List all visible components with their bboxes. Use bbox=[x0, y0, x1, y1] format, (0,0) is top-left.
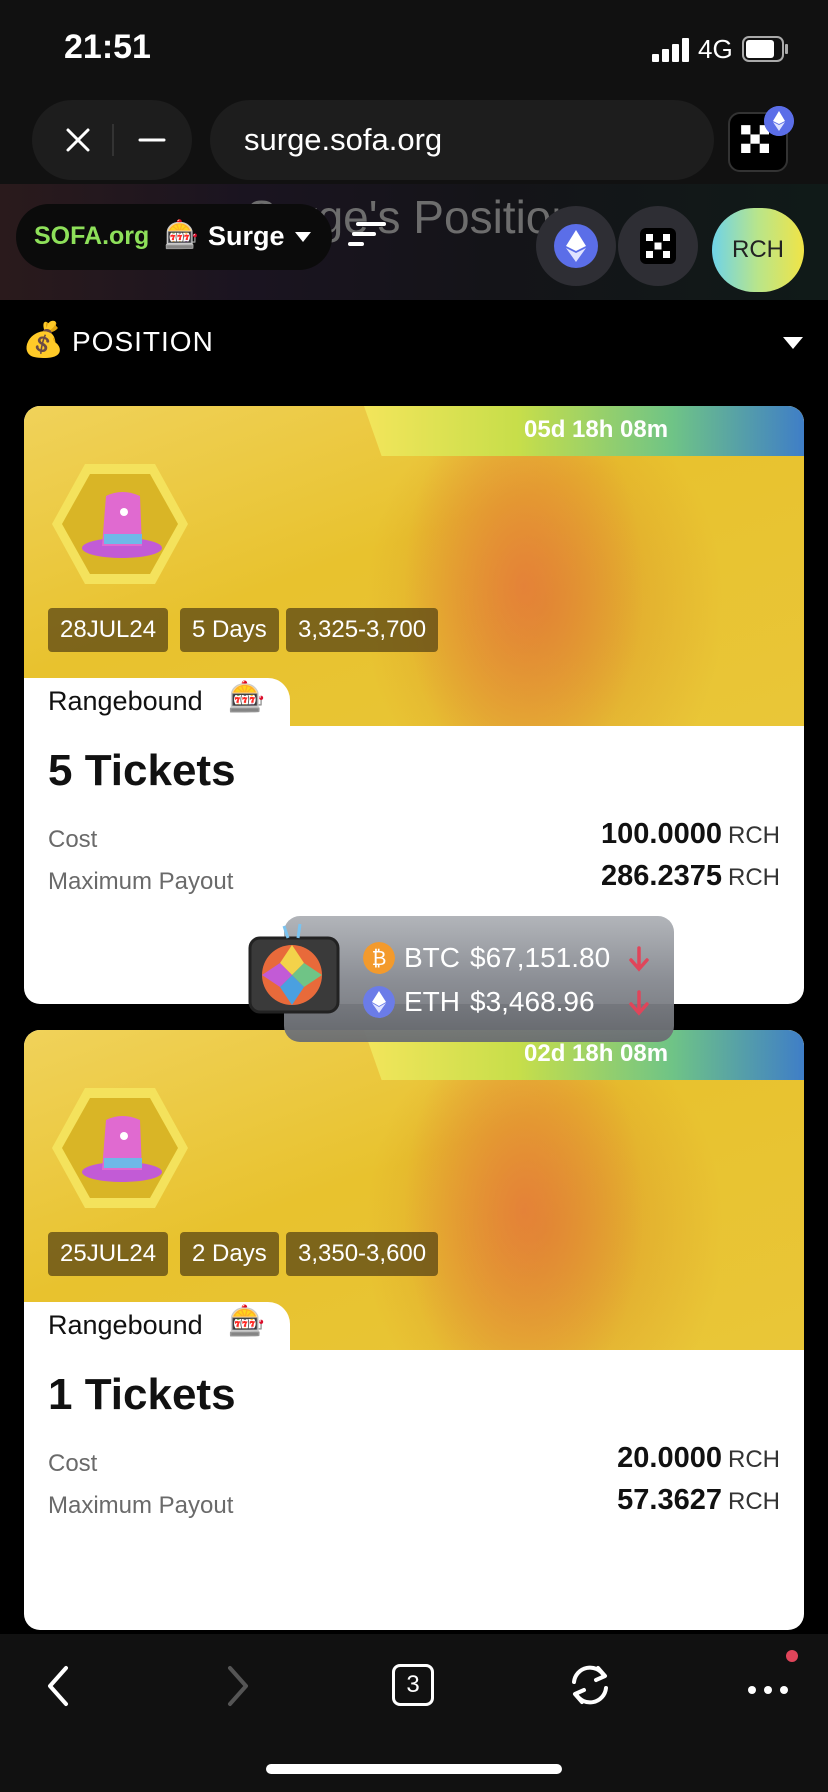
product-type: Rangebound bbox=[48, 686, 203, 716]
minimize-icon[interactable] bbox=[132, 120, 172, 160]
browser-controls bbox=[32, 100, 192, 180]
ticker-price: $67,151.80 bbox=[470, 942, 611, 973]
status-time: 21:51 bbox=[64, 28, 151, 66]
product-type-tab: Rangebound 🎰 bbox=[24, 678, 290, 726]
magic-hat-icon bbox=[52, 1088, 188, 1208]
payout-label: Maximum Payout bbox=[48, 1492, 234, 1519]
divider bbox=[112, 124, 114, 156]
position-section-header[interactable]: 💰 POSITION bbox=[0, 300, 828, 380]
network-label: 4G bbox=[698, 34, 733, 64]
network-button[interactable] bbox=[536, 206, 616, 286]
ticket-count: 5 Tickets bbox=[48, 746, 236, 795]
ticker-price: $3,468.96 bbox=[470, 986, 595, 1017]
range-tag: 3,350-3,600 bbox=[286, 1232, 439, 1276]
card-banner: 02d 18h 08m 25JUL24 2 Days 3,350-3,600 R… bbox=[24, 1030, 804, 1350]
cost-row: Cost 100.0000 RCH bbox=[48, 818, 780, 858]
signal-icon bbox=[652, 38, 689, 62]
cost-value: 100.0000 bbox=[601, 818, 722, 850]
chevron-down-icon bbox=[295, 232, 311, 242]
product-type-tab: Rangebound 🎰 bbox=[24, 1302, 290, 1350]
bitcoin-icon: ₿ bbox=[363, 942, 395, 974]
browser-bar: surge.sofa.org bbox=[0, 96, 828, 184]
home-indicator bbox=[266, 1764, 562, 1774]
payout-label: Maximum Payout bbox=[48, 868, 234, 895]
notification-dot bbox=[786, 1650, 798, 1662]
tabs-button[interactable]: 3 bbox=[392, 1664, 434, 1706]
url-text: surge.sofa.org bbox=[244, 122, 443, 157]
product-switcher[interactable]: SOFA.org 🎰 Surge bbox=[16, 204, 332, 270]
svg-text:₿: ₿ bbox=[372, 946, 387, 970]
duration-tag: 5 Days bbox=[180, 608, 279, 652]
expiry-date-tag: 28JUL24 bbox=[48, 608, 169, 652]
cost-value-wrap: 20.0000 RCH bbox=[617, 1442, 780, 1475]
ticker-symbol: ETH bbox=[404, 986, 460, 1017]
payout-value-wrap: 286.2375 RCH bbox=[601, 860, 780, 893]
money-bag-icon: 💰 bbox=[22, 321, 65, 359]
menu-icon[interactable] bbox=[348, 218, 388, 254]
position-card[interactable]: 02d 18h 08m 25JUL24 2 Days 3,350-3,600 R… bbox=[24, 1030, 804, 1630]
refresh-icon[interactable] bbox=[568, 1662, 612, 1708]
battery-icon bbox=[742, 36, 788, 62]
cost-label: Cost bbox=[48, 826, 98, 853]
magic-hat-icon bbox=[52, 464, 188, 584]
cost-unit: RCH bbox=[728, 822, 780, 849]
payout-unit: RCH bbox=[728, 1488, 780, 1515]
payout-value-wrap: 57.3627 RCH bbox=[617, 1484, 780, 1517]
rch-button[interactable]: RCH bbox=[712, 208, 804, 292]
payout-row: Maximum Payout 286.2375 RCH bbox=[48, 860, 780, 900]
chevron-down-icon bbox=[783, 337, 803, 349]
surge-icon: 🎰 bbox=[164, 219, 199, 250]
expiry-date-tag: 25JUL24 bbox=[48, 1232, 169, 1276]
ticker-symbol: BTC bbox=[404, 942, 460, 973]
ethereum-icon bbox=[363, 986, 395, 1018]
range-tag: 3,325-3,700 bbox=[286, 608, 439, 652]
payout-value: 286.2375 bbox=[601, 860, 722, 892]
countdown-timer: 05d 18h 08m bbox=[524, 416, 669, 443]
disco-tv-icon bbox=[248, 923, 340, 1014]
product-name: Surge bbox=[208, 221, 285, 251]
ticket-count: 1 Tickets bbox=[48, 1370, 236, 1419]
duration-tag: 2 Days bbox=[180, 1232, 279, 1276]
cost-unit: RCH bbox=[728, 1446, 780, 1473]
payout-row: Maximum Payout 57.3627 RCH bbox=[48, 1484, 780, 1524]
cost-row: Cost 20.0000 RCH bbox=[48, 1442, 780, 1482]
more-icon[interactable] bbox=[746, 1674, 790, 1696]
wallet-button[interactable] bbox=[618, 206, 698, 286]
cost-value-wrap: 100.0000 RCH bbox=[601, 818, 780, 851]
rangebound-icon: 🎰 bbox=[228, 1305, 266, 1338]
cost-value: 20.0000 bbox=[617, 1442, 722, 1474]
rangebound-icon: 🎰 bbox=[228, 681, 266, 714]
close-icon[interactable] bbox=[58, 120, 98, 160]
okx-wallet-icon bbox=[640, 228, 676, 264]
countdown-tab: 05d 18h 08m bbox=[364, 406, 804, 456]
ethereum-icon bbox=[554, 224, 598, 268]
app-header: Surge's Position SOFA.org 🎰 Surge RCH bbox=[0, 184, 828, 300]
sofa-logo: SOFA.org bbox=[34, 222, 150, 250]
arrow-down-icon bbox=[629, 990, 649, 1016]
url-bar[interactable]: surge.sofa.org bbox=[210, 100, 714, 180]
payout-value: 57.3627 bbox=[617, 1484, 722, 1516]
status-bar: 21:51 4G bbox=[0, 0, 828, 96]
arrow-down-icon bbox=[629, 946, 649, 972]
position-card[interactable]: 05d 18h 08m 28JUL24 5 Days 3,325-3,700 R… bbox=[24, 406, 804, 1004]
cost-label: Cost bbox=[48, 1450, 98, 1477]
ethereum-badge-icon bbox=[764, 106, 794, 136]
payout-unit: RCH bbox=[728, 864, 780, 891]
card-banner: 05d 18h 08m 28JUL24 5 Days 3,325-3,700 R… bbox=[24, 406, 804, 726]
countdown-timer: 02d 18h 08m bbox=[524, 1040, 669, 1067]
back-icon[interactable] bbox=[44, 1664, 72, 1708]
forward-icon[interactable] bbox=[224, 1664, 252, 1708]
product-type: Rangebound bbox=[48, 1310, 203, 1340]
section-title: POSITION bbox=[72, 326, 214, 357]
